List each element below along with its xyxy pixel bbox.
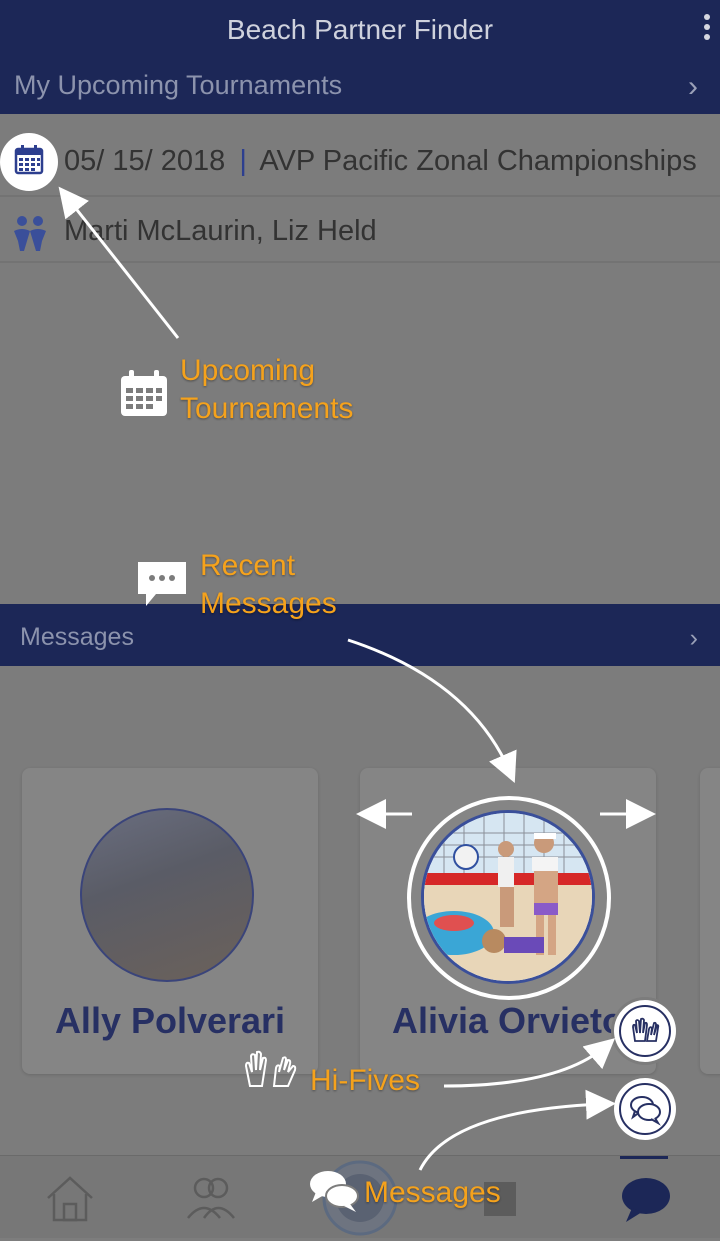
- speech-bubble-icon: [138, 562, 186, 606]
- avatar-photo: [421, 810, 595, 984]
- annotation-text: Tournaments: [180, 392, 354, 425]
- tournament-partners: Marti McLaurin, Liz Held: [64, 215, 377, 247]
- annotation-text: Hi-Fives: [310, 1064, 420, 1097]
- hi-five-button[interactable]: [614, 1000, 676, 1062]
- home-icon: [47, 1176, 93, 1222]
- app-header: Beach Partner Finder: [0, 0, 720, 62]
- partners-icon: [14, 216, 46, 251]
- tab-users[interactable]: [180, 1170, 240, 1226]
- annotation-hifives: Hi-Fives: [310, 1062, 420, 1100]
- annotation-text: Messages: [364, 1176, 501, 1209]
- upcoming-tournaments-header[interactable]: My Upcoming Tournaments ›: [0, 62, 720, 114]
- tournament-date: 05/ 15/ 2018: [64, 145, 226, 177]
- calendar-highlight[interactable]: [0, 133, 58, 191]
- hi-five-icon: [632, 1017, 660, 1042]
- card-name: Ally Polverari: [54, 1000, 286, 1041]
- partners-row: Marti McLaurin, Liz Held: [0, 205, 720, 263]
- upcoming-tournaments-title: My Upcoming Tournaments: [14, 70, 343, 100]
- annotation-upcoming: Upcoming Tournaments: [180, 352, 353, 428]
- calendar-icon: [14, 145, 44, 175]
- messages-header[interactable]: Messages ›: [0, 604, 720, 666]
- annotation-messages: Messages: [364, 1174, 501, 1212]
- active-tab-indicator: [620, 1156, 668, 1159]
- hi-five-icon: [244, 1050, 297, 1087]
- chat-bubbles-icon: [630, 1096, 661, 1126]
- annotation-text: Recent: [200, 549, 296, 582]
- separator: |: [239, 145, 247, 177]
- message-card-partial[interactable]: [700, 768, 720, 1074]
- message-button[interactable]: [614, 1078, 676, 1140]
- annotation-text: Upcoming: [180, 354, 316, 387]
- annotation-recent-messages: Recent Messages: [200, 547, 337, 623]
- app-screen: Beach Partner Finder My Upcoming Tournam…: [0, 0, 720, 1238]
- photo-illustration: [424, 813, 592, 981]
- users-icon: [187, 1177, 235, 1219]
- chevron-right-icon[interactable]: ›: [688, 64, 698, 110]
- chat-icon: [622, 1178, 670, 1222]
- app-title: Beach Partner Finder: [226, 14, 494, 45]
- chevron-right-icon[interactable]: ›: [690, 606, 698, 670]
- avatar: [80, 808, 254, 982]
- tab-messages[interactable]: [616, 1156, 676, 1226]
- message-card[interactable]: Ally Polverari: [22, 768, 318, 1074]
- bottom-tab-bar: [0, 1155, 720, 1238]
- featured-avatar[interactable]: [407, 796, 611, 1000]
- chat-bubbles-icon: [310, 1171, 359, 1212]
- calendar-icon: [121, 370, 167, 416]
- card-name: Alivia Orvieto: [391, 1000, 625, 1041]
- tab-home[interactable]: [40, 1170, 100, 1226]
- more-menu-icon[interactable]: [704, 14, 710, 44]
- annotation-text: Messages: [200, 587, 337, 620]
- tournament-row[interactable]: 05/ 15/ 2018 | AVP Pacific Zonal Champio…: [0, 135, 720, 197]
- messages-title: Messages: [20, 623, 134, 651]
- tournament-name: AVP Pacific Zonal Championships: [259, 145, 697, 177]
